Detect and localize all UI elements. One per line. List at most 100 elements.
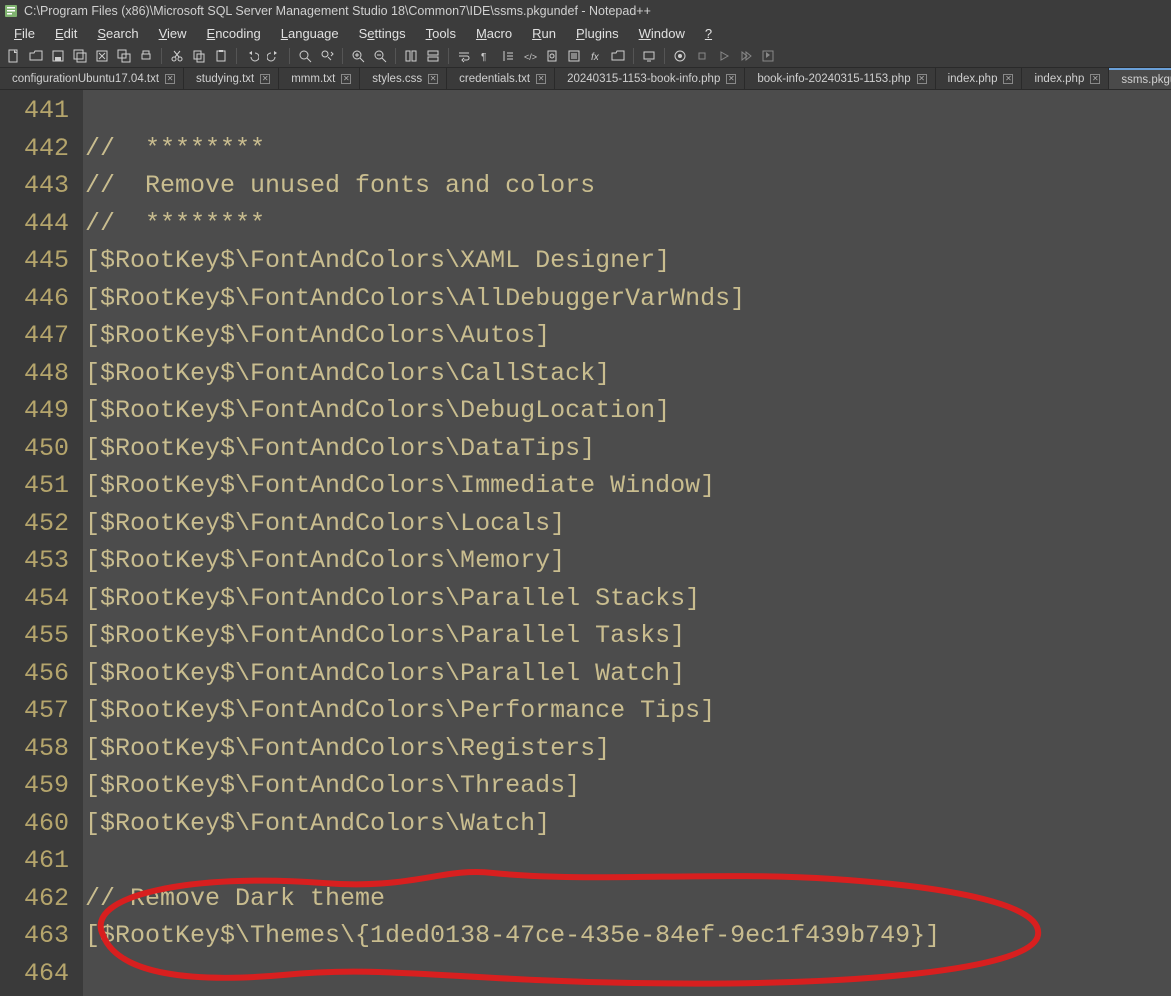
code-line[interactable] bbox=[83, 842, 1171, 880]
close-icon[interactable]: ✕ bbox=[428, 74, 438, 84]
show-all-chars-icon[interactable]: ¶ bbox=[476, 46, 496, 66]
code-line[interactable]: // ******** bbox=[83, 205, 1171, 243]
code-line[interactable]: // ******** bbox=[83, 130, 1171, 168]
close-icon[interactable]: ✕ bbox=[1090, 74, 1100, 84]
stop-macro-icon[interactable] bbox=[692, 46, 712, 66]
code-line[interactable]: // Remove unused fonts and colors bbox=[83, 167, 1171, 205]
code-line[interactable]: [$RootKey$\FontAndColors\Threads] bbox=[83, 767, 1171, 805]
redo-icon[interactable] bbox=[264, 46, 284, 66]
find-icon[interactable] bbox=[295, 46, 315, 66]
code-line[interactable]: [$RootKey$\FontAndColors\Immediate Windo… bbox=[83, 467, 1171, 505]
menu-bar: File Edit Search View Encoding Language … bbox=[0, 22, 1171, 44]
editor[interactable]: 4414424434444454464474484494504514524534… bbox=[0, 90, 1171, 996]
code-line[interactable]: [$RootKey$\FontAndColors\CallStack] bbox=[83, 355, 1171, 393]
menu-run[interactable]: Run bbox=[522, 24, 566, 43]
close-icon[interactable]: ✕ bbox=[917, 74, 927, 84]
tab[interactable]: configurationUbuntu17.04.txt✕ bbox=[0, 68, 184, 89]
copy-icon[interactable] bbox=[189, 46, 209, 66]
new-file-icon[interactable] bbox=[4, 46, 24, 66]
code-line[interactable]: // Remove Dark theme bbox=[83, 880, 1171, 918]
code-line[interactable]: [$RootKey$\FontAndColors\Parallel Watch] bbox=[83, 655, 1171, 693]
code-line[interactable]: [$RootKey$\FontAndColors\Memory] bbox=[83, 542, 1171, 580]
code-line[interactable]: [$RootKey$\FontAndColors\XAML Designer] bbox=[83, 242, 1171, 280]
code-line[interactable]: [$RootKey$\Themes\{1ded0138-47ce-435e-84… bbox=[83, 917, 1171, 955]
menu-encoding[interactable]: Encoding bbox=[197, 24, 271, 43]
code-line[interactable]: [$RootKey$\FontAndColors\Parallel Stacks… bbox=[83, 580, 1171, 618]
toolbar-separator bbox=[161, 48, 162, 64]
tab-label: mmm.txt bbox=[291, 73, 335, 85]
tab-label: index.php bbox=[948, 73, 998, 85]
code-line[interactable]: [$RootKey$\FontAndColors\Autos] bbox=[83, 317, 1171, 355]
tab[interactable]: 20240315-1153-book-info.php✕ bbox=[555, 68, 745, 89]
cut-icon[interactable] bbox=[167, 46, 187, 66]
code-line[interactable]: [$RootKey$\FontAndColors\Performance Tip… bbox=[83, 692, 1171, 730]
play-macro-icon[interactable] bbox=[714, 46, 734, 66]
close-icon[interactable]: ✕ bbox=[260, 74, 270, 84]
close-icon[interactable]: ✕ bbox=[536, 74, 546, 84]
menu-search[interactable]: Search bbox=[87, 24, 148, 43]
tab[interactable]: index.php ✕ bbox=[936, 68, 1023, 89]
sync-vscroll-icon[interactable] bbox=[401, 46, 421, 66]
close-all-icon[interactable] bbox=[114, 46, 134, 66]
monitor-icon[interactable] bbox=[639, 46, 659, 66]
code-area[interactable]: // ********// Remove unused fonts and co… bbox=[83, 90, 1171, 996]
zoom-in-icon[interactable] bbox=[348, 46, 368, 66]
open-folder-icon[interactable] bbox=[26, 46, 46, 66]
function-list-icon[interactable]: fx bbox=[586, 46, 606, 66]
menu-help[interactable]: ? bbox=[695, 24, 722, 43]
replace-icon[interactable] bbox=[317, 46, 337, 66]
udl-icon[interactable]: </> bbox=[520, 46, 540, 66]
tab[interactable]: mmm.txt ✕ bbox=[279, 68, 360, 89]
line-number: 451 bbox=[0, 467, 83, 505]
code-line[interactable] bbox=[83, 955, 1171, 993]
line-number-gutter: 4414424434444454464474484494504514524534… bbox=[0, 90, 83, 996]
tab[interactable]: book-info-20240315-1153.php✕ bbox=[745, 68, 935, 89]
tab[interactable]: credentials.txt✕ bbox=[447, 68, 555, 89]
play-multi-macro-icon[interactable] bbox=[736, 46, 756, 66]
print-icon[interactable] bbox=[136, 46, 156, 66]
code-line[interactable] bbox=[83, 92, 1171, 130]
record-macro-icon[interactable] bbox=[670, 46, 690, 66]
tab[interactable]: ssms.pkgundef✕ bbox=[1109, 68, 1171, 89]
close-icon[interactable]: ✕ bbox=[165, 74, 175, 84]
menu-edit[interactable]: Edit bbox=[45, 24, 87, 43]
close-file-icon[interactable] bbox=[92, 46, 112, 66]
line-number: 452 bbox=[0, 505, 83, 543]
tab-label: index.php bbox=[1034, 73, 1084, 85]
doc-map-icon[interactable] bbox=[542, 46, 562, 66]
menu-settings[interactable]: Settings bbox=[349, 24, 416, 43]
save-macro-icon[interactable] bbox=[758, 46, 778, 66]
code-line[interactable]: [$RootKey$\FontAndColors\Parallel Tasks] bbox=[83, 617, 1171, 655]
menu-tools[interactable]: Tools bbox=[416, 24, 466, 43]
folder-workspace-icon[interactable] bbox=[608, 46, 628, 66]
close-icon[interactable]: ✕ bbox=[1003, 74, 1013, 84]
close-icon[interactable]: ✕ bbox=[341, 74, 351, 84]
code-line[interactable]: [$RootKey$\FontAndColors\Locals] bbox=[83, 505, 1171, 543]
line-number: 444 bbox=[0, 205, 83, 243]
menu-macro[interactable]: Macro bbox=[466, 24, 522, 43]
code-line[interactable]: [$RootKey$\FontAndColors\Registers] bbox=[83, 730, 1171, 768]
code-line[interactable]: [$RootKey$\FontAndColors\DataTips] bbox=[83, 430, 1171, 468]
tab[interactable]: styles.css✕ bbox=[360, 68, 447, 89]
tab[interactable]: studying.txt✕ bbox=[184, 68, 279, 89]
code-line[interactable]: [$RootKey$\FontAndColors\AllDebuggerVarW… bbox=[83, 280, 1171, 318]
wordwrap-icon[interactable] bbox=[454, 46, 474, 66]
menu-window[interactable]: Window bbox=[629, 24, 695, 43]
zoom-out-icon[interactable] bbox=[370, 46, 390, 66]
menu-plugins[interactable]: Plugins bbox=[566, 24, 629, 43]
tab[interactable]: index.php ✕ bbox=[1022, 68, 1109, 89]
undo-icon[interactable] bbox=[242, 46, 262, 66]
save-all-icon[interactable] bbox=[70, 46, 90, 66]
sync-hscroll-icon[interactable] bbox=[423, 46, 443, 66]
paste-icon[interactable] bbox=[211, 46, 231, 66]
code-line[interactable]: [$RootKey$\FontAndColors\DebugLocation] bbox=[83, 392, 1171, 430]
code-line[interactable]: [$RootKey$\FontAndColors\Watch] bbox=[83, 805, 1171, 843]
save-icon[interactable] bbox=[48, 46, 68, 66]
doc-list-icon[interactable] bbox=[564, 46, 584, 66]
close-icon[interactable]: ✕ bbox=[726, 74, 736, 84]
menu-file[interactable]: File bbox=[4, 24, 45, 43]
line-number: 450 bbox=[0, 430, 83, 468]
indent-guide-icon[interactable] bbox=[498, 46, 518, 66]
menu-view[interactable]: View bbox=[149, 24, 197, 43]
menu-language[interactable]: Language bbox=[271, 24, 349, 43]
